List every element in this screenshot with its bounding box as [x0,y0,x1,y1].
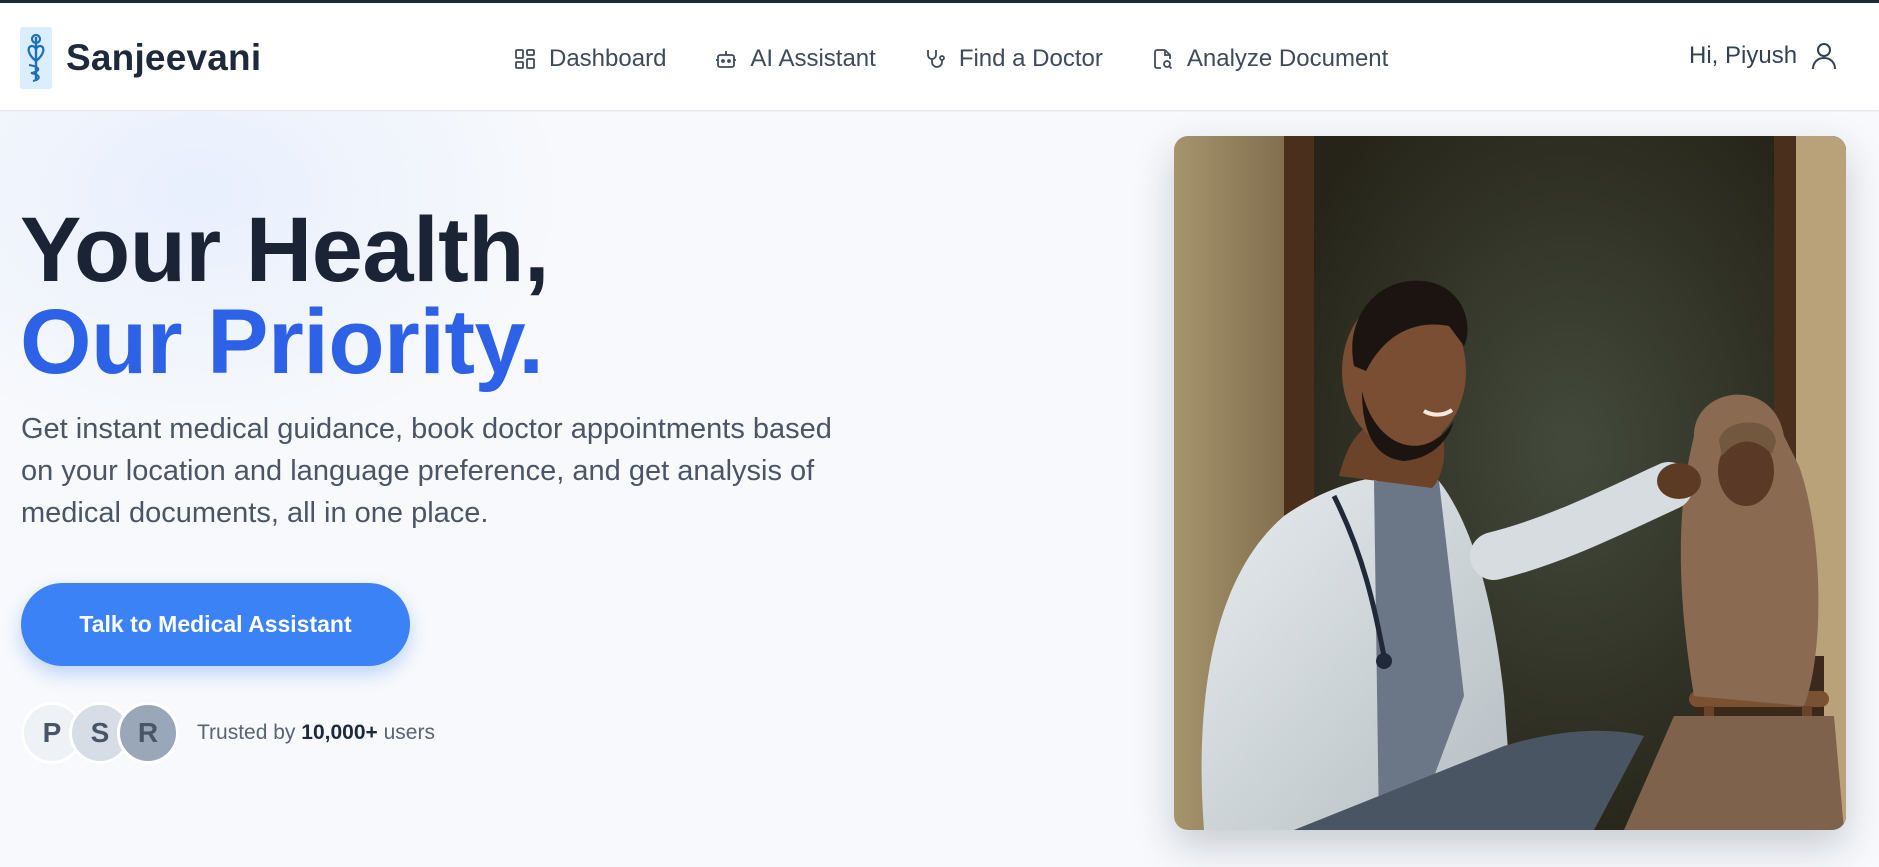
user-greeting: Hi, Piyush [1689,42,1798,69]
doctor-examining-child-photo [1174,136,1846,830]
nav-dashboard-label: Dashboard [549,45,667,72]
main-nav: Dashboard AI Assistant Find a Doctor Ana… [514,39,1388,79]
robot-icon [716,51,737,68]
grid-icon [515,49,535,69]
user-icon [1812,43,1837,70]
stethoscope-icon [926,50,945,68]
nav-ai-assistant[interactable]: AI Assistant [715,45,876,73]
brand[interactable]: Sanjeevani [20,27,261,89]
document-scan-icon [1153,49,1173,70]
trust-text: Trusted by 10,000+ users [197,721,435,745]
talk-to-assistant-button[interactable]: Talk to Medical Assistant [21,583,410,666]
caduceus-heart-icon [20,27,52,89]
hero-subtext: Get instant medical guidance, book docto… [21,413,832,529]
navbar: Sanjeevani Dashboard AI Assistant Find a… [0,3,1879,111]
trust-suffix: users [383,721,435,744]
trust-count: 10,000+ [301,721,378,744]
brand-name: Sanjeevani [66,37,262,78]
hero-headline-line2: Our Priority. [20,291,544,393]
nav-analyze-document[interactable]: Analyze Document [1152,45,1388,73]
trust-prefix: Trusted by [197,721,296,744]
user-menu[interactable]: Hi, Piyush [1689,41,1837,71]
hero-section: Your Health, Our Priority. Get instant m… [0,112,1879,867]
nav-find-doctor[interactable]: Find a Doctor [924,45,1103,73]
nav-dashboard[interactable]: Dashboard [514,45,666,73]
hero-headline-line1: Your Health, [20,199,550,301]
nav-find-doctor-label: Find a Doctor [958,45,1103,72]
nav-analyze-document-label: Analyze Document [1186,45,1389,72]
avatar: R [117,702,179,764]
nav-ai-assistant-label: AI Assistant [750,45,876,72]
trust-indicator: P S R Trusted by 10,000+ users [21,702,435,764]
